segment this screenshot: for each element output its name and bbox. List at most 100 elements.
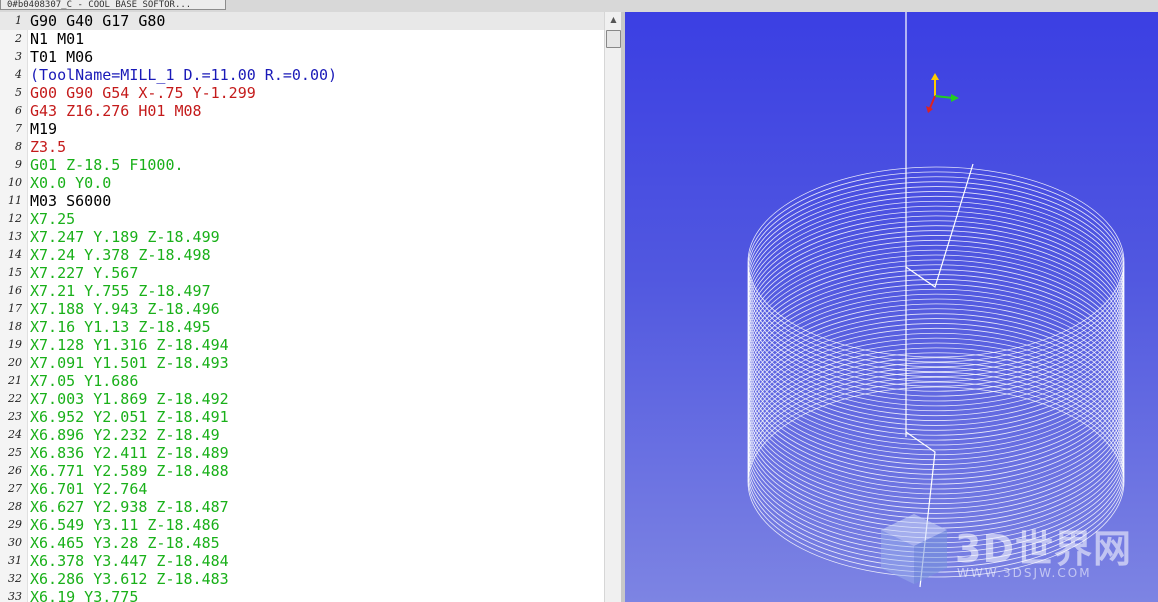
code-line[interactable]: 25 X6.836 Y2.411 Z-18.489 bbox=[0, 444, 604, 462]
code-text: X7.24 Y.378 Z-18.498 bbox=[30, 246, 211, 264]
helix-pass bbox=[747, 244, 1125, 436]
line-number: 29 bbox=[8, 518, 22, 531]
axis-x-line bbox=[934, 95, 954, 99]
code-line[interactable]: 6 G43 Z16.276 H01 M08 bbox=[0, 102, 604, 120]
code-line[interactable]: 18 X7.16 Y1.13 Z-18.495 bbox=[0, 318, 604, 336]
nc-code-editor[interactable]: 1 G90 G40 G17 G80 2 N1 M01 3 T01 M06 4 (ToolNam… bbox=[0, 12, 621, 602]
code-line[interactable]: 17 X7.188 Y.943 Z-18.496 bbox=[0, 300, 604, 318]
code-text: X6.771 Y2.589 Z-18.488 bbox=[30, 462, 229, 480]
code-line[interactable]: 20 X7.091 Y1.501 Z-18.493 bbox=[0, 354, 604, 372]
helix-pass bbox=[747, 269, 1125, 461]
line-number: 6 bbox=[15, 104, 22, 117]
code-line[interactable]: 27 X6.701 Y2.764 bbox=[0, 480, 604, 498]
line-number: 5 bbox=[15, 86, 22, 99]
code-text: X7.188 Y.943 Z-18.496 bbox=[30, 300, 220, 318]
line-number: 9 bbox=[15, 158, 22, 171]
code-text: M19 bbox=[30, 120, 58, 138]
code-line[interactable]: 12 X7.25 bbox=[0, 210, 604, 228]
code-line[interactable]: 21 X7.05 Y1.686 bbox=[0, 372, 604, 390]
code-text: M03 S6000 bbox=[30, 192, 112, 210]
scroll-up-icon[interactable]: ▲ bbox=[605, 14, 621, 26]
axis-z-line bbox=[929, 95, 936, 109]
code-line[interactable]: 26 X6.771 Y2.589 Z-18.488 bbox=[0, 462, 604, 480]
code-line[interactable]: 15 X7.227 Y.567 bbox=[0, 264, 604, 282]
line-number: 28 bbox=[8, 500, 22, 513]
line-number: 27 bbox=[8, 482, 22, 495]
code-line[interactable]: 11 M03 S6000 bbox=[0, 192, 604, 210]
code-line[interactable]: 7 M19 bbox=[0, 120, 604, 138]
code-line[interactable]: 14 X7.24 Y.378 Z-18.498 bbox=[0, 246, 604, 264]
code-text: X0.0 Y0.0 bbox=[30, 174, 112, 192]
code-text: X7.05 Y1.686 bbox=[30, 372, 139, 390]
code-text: G90 G40 G17 G80 bbox=[30, 12, 166, 30]
code-line[interactable]: 9 G01 Z-18.5 F1000. bbox=[0, 156, 604, 174]
code-text: X7.25 bbox=[30, 210, 76, 228]
line-number: 25 bbox=[8, 446, 22, 459]
code-line[interactable]: 8 Z3.5 bbox=[0, 138, 604, 156]
code-text: (ToolName=MILL_1 D.=11.00 R.=0.00) bbox=[30, 66, 338, 84]
line-number: 15 bbox=[8, 266, 22, 279]
helix-pass bbox=[747, 308, 1125, 500]
line-number: 13 bbox=[8, 230, 22, 243]
line-number: 7 bbox=[15, 122, 22, 135]
helix-pass bbox=[747, 293, 1125, 485]
code-text: T01 M06 bbox=[30, 48, 94, 66]
helix-pass bbox=[747, 313, 1125, 505]
code-line[interactable]: 29 X6.549 Y3.11 Z-18.486 bbox=[0, 516, 604, 534]
vertical-scrollbar[interactable]: ▲ bbox=[604, 12, 621, 602]
line-number: 11 bbox=[8, 194, 22, 207]
code-line[interactable]: 2 N1 M01 bbox=[0, 30, 604, 48]
helix-pass bbox=[747, 235, 1125, 426]
code-text: X6.286 Y3.612 Z-18.483 bbox=[30, 570, 229, 588]
code-text: X7.091 Y1.501 Z-18.493 bbox=[30, 354, 229, 372]
line-number: 21 bbox=[8, 374, 22, 387]
helix-pass bbox=[747, 279, 1125, 470]
code-text: G00 G90 G54 X-.75 Y-1.299 bbox=[30, 84, 256, 102]
line-number: 30 bbox=[8, 536, 22, 549]
code-text: X6.549 Y3.11 Z-18.486 bbox=[30, 516, 220, 534]
code-line[interactable]: 22 X7.003 Y1.869 Z-18.492 bbox=[0, 390, 604, 408]
code-text: X6.627 Y2.938 Z-18.487 bbox=[30, 498, 229, 516]
line-number: 14 bbox=[8, 248, 22, 261]
code-line[interactable]: 19 X7.128 Y1.316 Z-18.494 bbox=[0, 336, 604, 354]
code-line[interactable]: 32 X6.286 Y3.612 Z-18.483 bbox=[0, 570, 604, 588]
scrollbar-thumb[interactable] bbox=[606, 30, 621, 48]
code-text: G01 Z-18.5 F1000. bbox=[30, 156, 184, 174]
helix-pass bbox=[747, 298, 1125, 490]
line-number: 1 bbox=[15, 14, 22, 27]
code-line[interactable]: 33 X6.19 Y3.775 bbox=[0, 588, 604, 602]
code-line[interactable]: 4 (ToolName=MILL_1 D.=11.00 R.=0.00) bbox=[0, 66, 604, 84]
line-number: 16 bbox=[8, 284, 22, 297]
code-line[interactable]: 23 X6.952 Y2.051 Z-18.491 bbox=[0, 408, 604, 426]
line-number: 4 bbox=[15, 68, 22, 81]
code-line[interactable]: 16 X7.21 Y.755 Z-18.497 bbox=[0, 282, 604, 300]
line-number: 8 bbox=[15, 140, 22, 153]
code-line[interactable]: 1 G90 G40 G17 G80 bbox=[0, 12, 604, 30]
code-text: X7.21 Y.755 Z-18.497 bbox=[30, 282, 211, 300]
helix-pass bbox=[747, 259, 1125, 451]
helix-pass bbox=[747, 318, 1125, 509]
watermark-url: WWW.3DSJW.COM bbox=[957, 566, 1092, 580]
helix-pass bbox=[747, 323, 1125, 514]
code-line[interactable]: 10 X0.0 Y0.0 bbox=[0, 174, 604, 192]
axis-y-arrow-icon bbox=[931, 73, 939, 80]
code-line[interactable]: 24 X6.896 Y2.232 Z-18.49 bbox=[0, 426, 604, 444]
line-number: 12 bbox=[8, 212, 22, 225]
file-tab[interactable]: 0#b0408307_C - COOL BASE SOFTOR... bbox=[0, 0, 226, 10]
code-line[interactable]: 5 G00 G90 G54 X-.75 Y-1.299 bbox=[0, 84, 604, 102]
code-text: X7.247 Y.189 Z-18.499 bbox=[30, 228, 220, 246]
code-text: X7.128 Y1.316 Z-18.494 bbox=[30, 336, 229, 354]
line-number: 24 bbox=[8, 428, 22, 441]
code-text: X6.952 Y2.051 Z-18.491 bbox=[30, 408, 229, 426]
code-line[interactable]: 31 X6.378 Y3.447 Z-18.484 bbox=[0, 552, 604, 570]
helix-pass bbox=[747, 264, 1125, 456]
code-line[interactable]: 13 X7.247 Y.189 Z-18.499 bbox=[0, 228, 604, 246]
toolpath-3d-viewport[interactable]: 3D世界网 WWW.3DSJW.COM bbox=[625, 12, 1158, 602]
code-line[interactable]: 3 T01 M06 bbox=[0, 48, 604, 66]
line-number: 33 bbox=[8, 590, 22, 602]
line-number: 3 bbox=[15, 50, 22, 63]
code-line[interactable]: 30 X6.465 Y3.28 Z-18.485 bbox=[0, 534, 604, 552]
line-number: 18 bbox=[8, 320, 22, 333]
code-text: X6.465 Y3.28 Z-18.485 bbox=[30, 534, 220, 552]
code-line[interactable]: 28 X6.627 Y2.938 Z-18.487 bbox=[0, 498, 604, 516]
